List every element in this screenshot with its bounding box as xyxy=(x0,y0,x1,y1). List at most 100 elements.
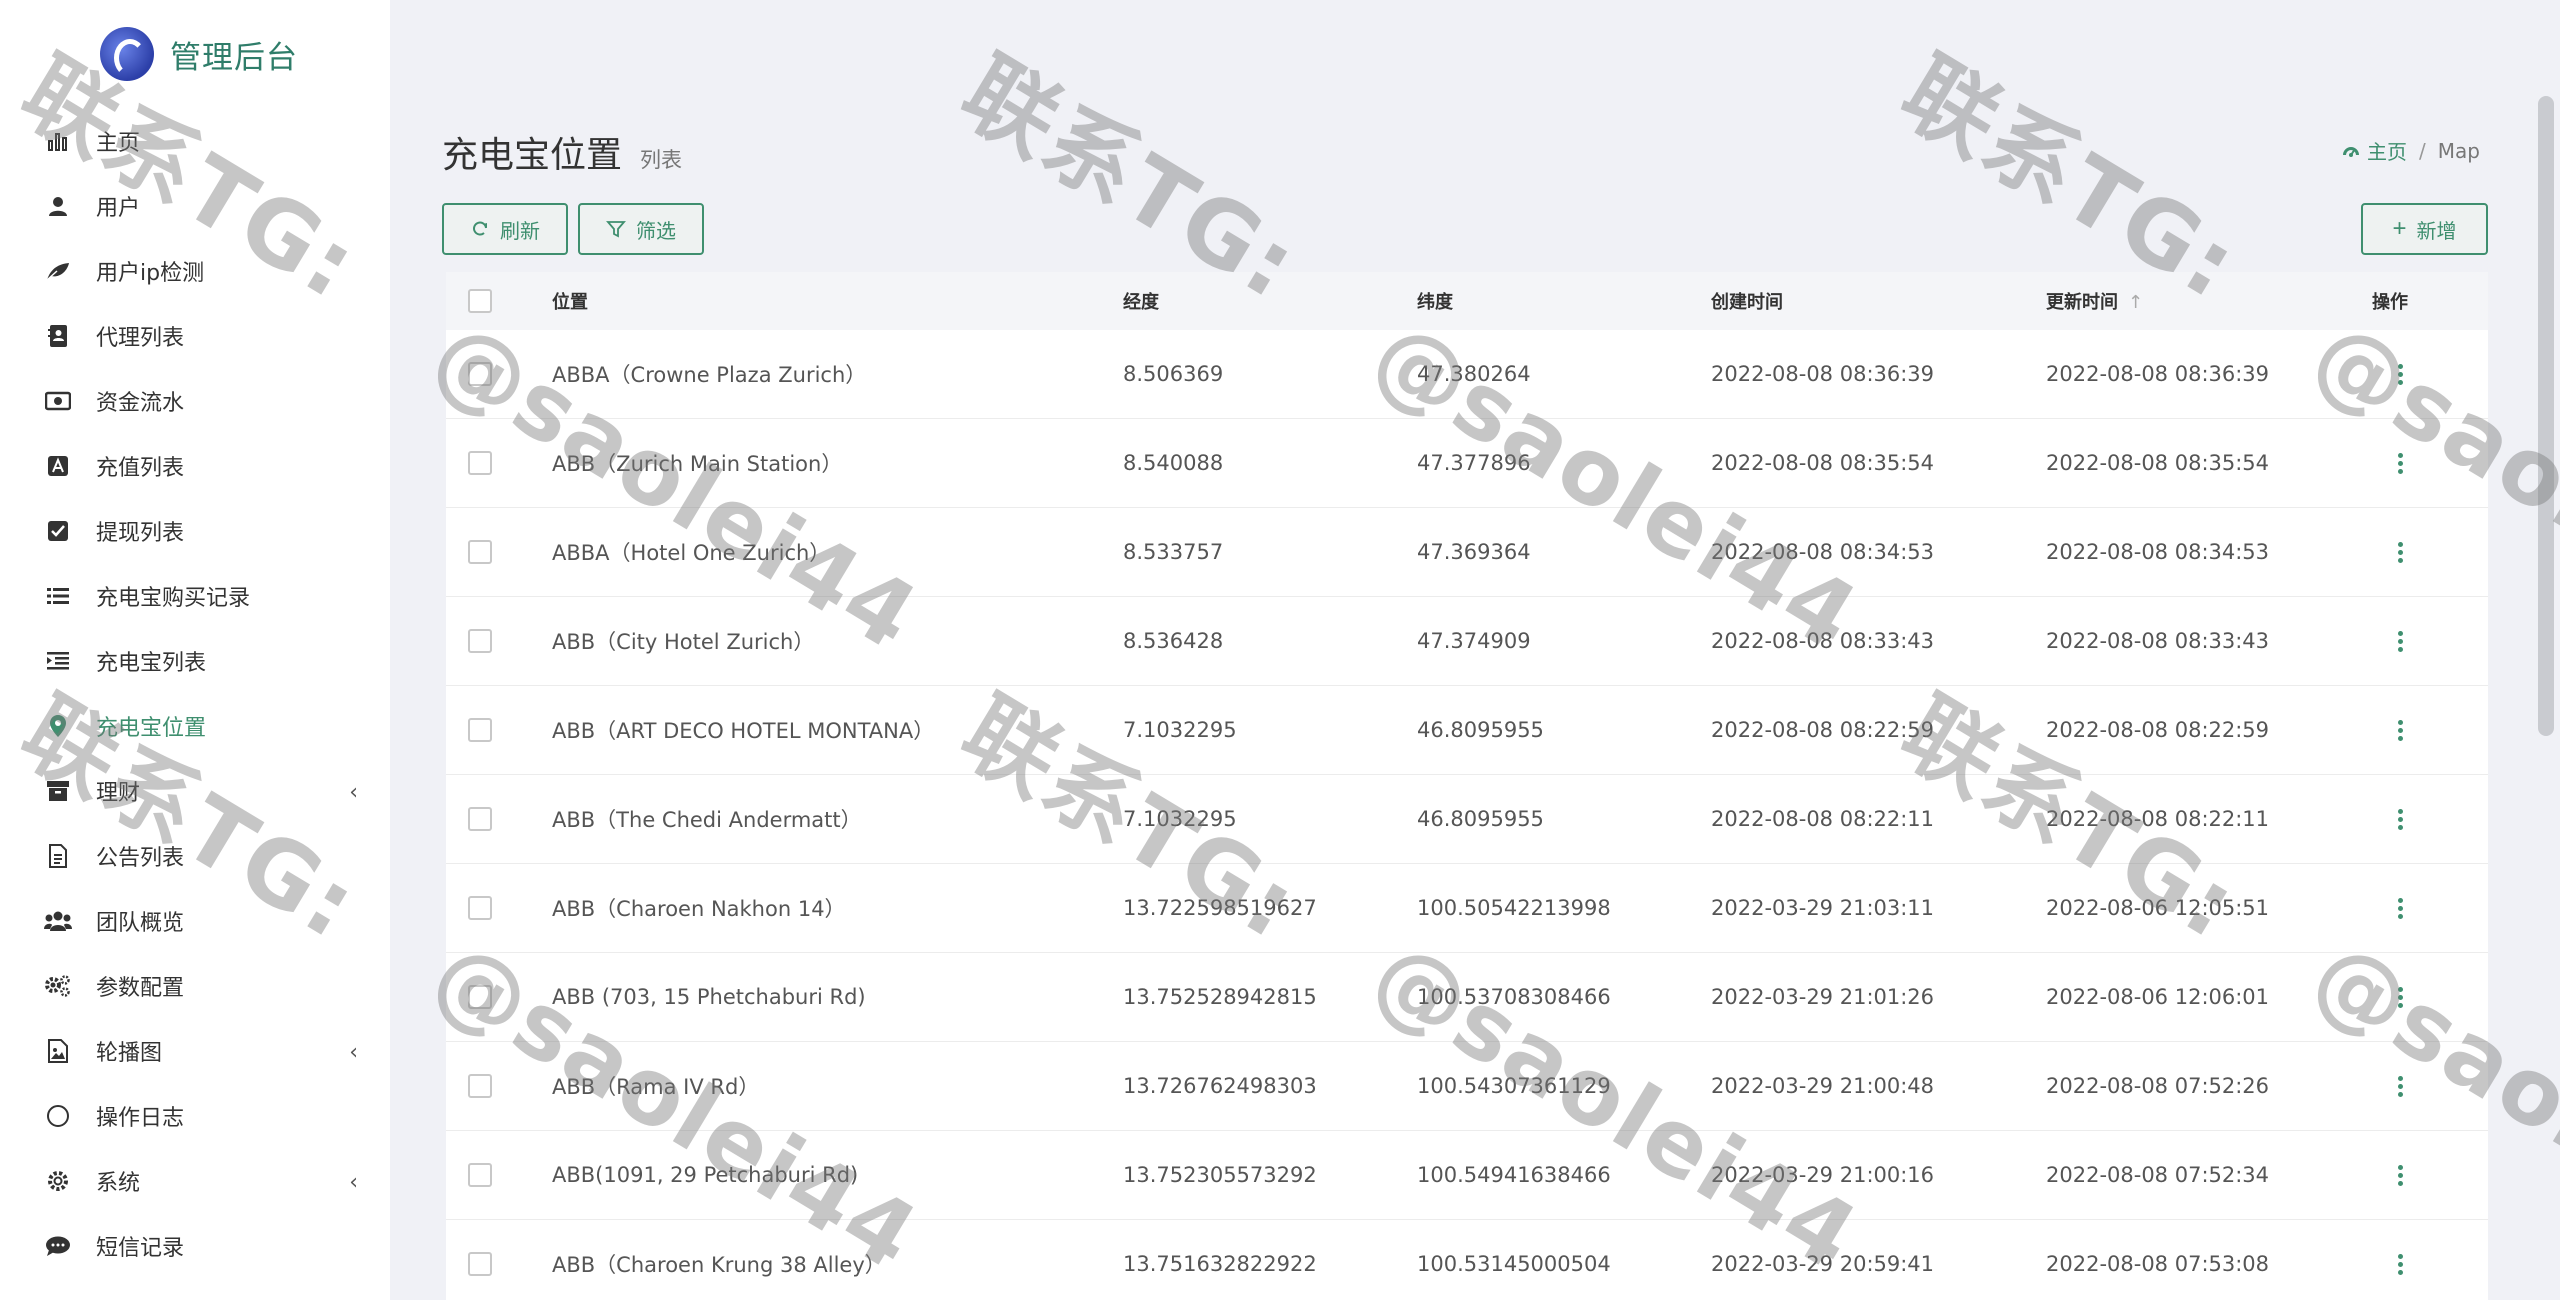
row-checkbox[interactable] xyxy=(468,540,492,564)
latitude-cell: 100.54307361129 xyxy=(1417,1074,1611,1098)
row-checkbox[interactable] xyxy=(468,896,492,920)
location-cell: ABB(1091, 29 Petchaburi Rd) xyxy=(552,1163,859,1187)
chevron-left-icon: ‹ xyxy=(349,780,358,805)
updated-time-cell: 2022-08-08 07:52:26 xyxy=(2046,1074,2270,1098)
row-actions-cell xyxy=(2386,804,2414,834)
sidebar-item[interactable]: 理财 ‹ xyxy=(0,758,390,823)
sidebar-item[interactable]: 轮播图 ‹ xyxy=(0,1018,390,1083)
updated-time-cell: 2022-08-08 08:22:11 xyxy=(2046,807,2270,831)
row-checkbox[interactable] xyxy=(468,1163,492,1187)
more-actions-icon[interactable] xyxy=(2386,893,2414,923)
more-actions-icon[interactable] xyxy=(2386,537,2414,567)
more-actions-icon[interactable] xyxy=(2386,1249,2414,1279)
column-actions: 操作 xyxy=(2372,292,2408,313)
table-row[interactable]: ABB（Charoen Krung 38 Alley） 13.7516328229… xyxy=(446,1220,2488,1300)
row-checkbox[interactable] xyxy=(468,985,492,1009)
latitude-cell: 47.374909 xyxy=(1417,629,1531,653)
updated-time-cell: 2022-08-08 08:22:59 xyxy=(2046,718,2270,742)
column-longitude[interactable]: 经度 xyxy=(1123,288,1159,314)
sidebar-item[interactable]: 用户ip检测 xyxy=(0,238,390,303)
table-row[interactable]: ABB（Charoen Nakhon 14） 13.722598519627 100… xyxy=(446,864,2488,953)
row-select-cell xyxy=(468,718,492,742)
page-scrollbar[interactable] xyxy=(2538,96,2554,736)
chevron-left-icon: ‹ xyxy=(349,1170,358,1195)
more-actions-icon[interactable] xyxy=(2386,1160,2414,1190)
latitude-cell: 47.369364 xyxy=(1417,540,1531,564)
sidebar-item[interactable]: 短信记录 xyxy=(0,1213,390,1278)
select-all-checkbox[interactable] xyxy=(468,289,492,313)
sidebar-item[interactable]: 资金流水 xyxy=(0,368,390,433)
more-actions-icon[interactable] xyxy=(2386,1071,2414,1101)
table-row[interactable]: ABB（Rama IV Rd） 13.726762498303 100.543073… xyxy=(446,1042,2488,1131)
row-actions-cell xyxy=(2386,982,2414,1012)
row-select-cell xyxy=(468,451,492,475)
sidebar-item[interactable]: 团队概览 xyxy=(0,888,390,953)
check-square-icon xyxy=(44,517,72,545)
table-row[interactable]: ABB（The Chedi Andermatt） 7.1032295 46.8095… xyxy=(446,775,2488,864)
table-row[interactable]: ABB (703, 15 Phetchaburi Rd) 13.752528942… xyxy=(446,953,2488,1042)
more-actions-icon[interactable] xyxy=(2386,626,2414,656)
table-row[interactable]: ABB（City Hotel Zurich） 8.536428 47.374909 2… xyxy=(446,597,2488,686)
longitude-cell: 8.536428 xyxy=(1123,629,1224,653)
sidebar-item-label: 短信记录 xyxy=(96,1235,185,1261)
sidebar-item[interactable]: 代理列表 xyxy=(0,303,390,368)
column-location[interactable]: 位置 xyxy=(552,288,588,314)
sidebar-item[interactable]: 充电宝列表 xyxy=(0,628,390,693)
image-icon xyxy=(44,1037,72,1065)
row-checkbox[interactable] xyxy=(468,451,492,475)
row-actions-cell xyxy=(2386,359,2414,389)
more-actions-icon[interactable] xyxy=(2386,448,2414,478)
sidebar-item[interactable]: 参数配置 xyxy=(0,953,390,1018)
sidebar-item[interactable]: 提现列表 xyxy=(0,498,390,563)
row-checkbox[interactable] xyxy=(468,807,492,831)
created-time-cell: 2022-08-08 08:22:11 xyxy=(1711,807,1935,831)
sidebar-item[interactable]: 用户 xyxy=(0,173,390,238)
table-row[interactable]: ABB（Zurich Main Station） 8.540088 47.37789… xyxy=(446,419,2488,508)
sidebar-item[interactable]: 充电宝购买记录 xyxy=(0,563,390,628)
sidebar-item[interactable]: 主页 xyxy=(0,108,390,173)
sidebar-item[interactable]: 系统 ‹ xyxy=(0,1148,390,1213)
column-latitude[interactable]: 纬度 xyxy=(1417,288,1453,314)
refresh-label: 刷新 xyxy=(500,220,540,243)
sidebar-item[interactable]: 操作日志 xyxy=(0,1083,390,1148)
refresh-button[interactable]: 刷新 xyxy=(442,203,568,255)
row-checkbox[interactable] xyxy=(468,362,492,386)
row-checkbox[interactable] xyxy=(468,629,492,653)
updated-time-cell: 2022-08-08 08:33:43 xyxy=(2046,629,2270,653)
row-checkbox[interactable] xyxy=(468,1252,492,1276)
table-row[interactable]: ABB（ART DECO HOTEL MONTANA） 7.1032295 46.8… xyxy=(446,686,2488,775)
select-all-cell xyxy=(468,289,492,313)
row-actions-cell xyxy=(2386,1071,2414,1101)
sidebar-item[interactable]: 公告列表 xyxy=(0,823,390,888)
sort-arrow-icon[interactable]: ↑ xyxy=(2128,292,2143,313)
sidebar-item[interactable]: 充电宝位置 xyxy=(0,693,390,758)
table-header: 位置 经度 纬度 创建时间 更新时间 ↑ 操作 xyxy=(446,272,2488,330)
filter-button[interactable]: 筛选 xyxy=(578,203,704,255)
add-label: 新增 xyxy=(2416,220,2457,243)
breadcrumb-home[interactable]: 主页 xyxy=(2341,136,2407,165)
row-select-cell xyxy=(468,629,492,653)
more-actions-icon[interactable] xyxy=(2386,715,2414,745)
main-content: 充电宝位置 列表 主页 / Map 刷新 筛选 + 新增 位置 经度 纬度 创建… xyxy=(390,96,2540,1300)
column-created-time[interactable]: 创建时间 xyxy=(1711,288,1783,314)
table-row[interactable]: ABB(1091, 29 Petchaburi Rd) 13.7523055732… xyxy=(446,1131,2488,1220)
column-updated-time[interactable]: 更新时间 ↑ xyxy=(2046,288,2143,314)
bar-chart-icon xyxy=(44,127,72,155)
updated-time-cell: 2022-08-08 07:53:08 xyxy=(2046,1252,2270,1276)
brand[interactable]: 管理后台 xyxy=(100,22,298,86)
more-actions-icon[interactable] xyxy=(2386,982,2414,1012)
leaf-icon xyxy=(44,257,72,285)
add-button[interactable]: + 新增 xyxy=(2361,203,2488,255)
circle-icon xyxy=(44,1102,72,1130)
created-time-cell: 2022-08-08 08:34:53 xyxy=(1711,540,1935,564)
location-cell: ABB（The Chedi Andermatt） xyxy=(552,808,862,832)
more-actions-icon[interactable] xyxy=(2386,359,2414,389)
location-cell: ABB（Rama IV Rd） xyxy=(552,1075,760,1099)
more-actions-icon[interactable] xyxy=(2386,804,2414,834)
row-checkbox[interactable] xyxy=(468,1074,492,1098)
table-row[interactable]: ABBA（Hotel One Zurich） 8.533757 47.369364 2… xyxy=(446,508,2488,597)
created-time-cell: 2022-03-29 21:01:26 xyxy=(1711,985,1935,1009)
table-row[interactable]: ABBA（Crowne Plaza Zurich） 8.506369 47.3802… xyxy=(446,330,2488,419)
row-checkbox[interactable] xyxy=(468,718,492,742)
sidebar-item[interactable]: 充值列表 xyxy=(0,433,390,498)
